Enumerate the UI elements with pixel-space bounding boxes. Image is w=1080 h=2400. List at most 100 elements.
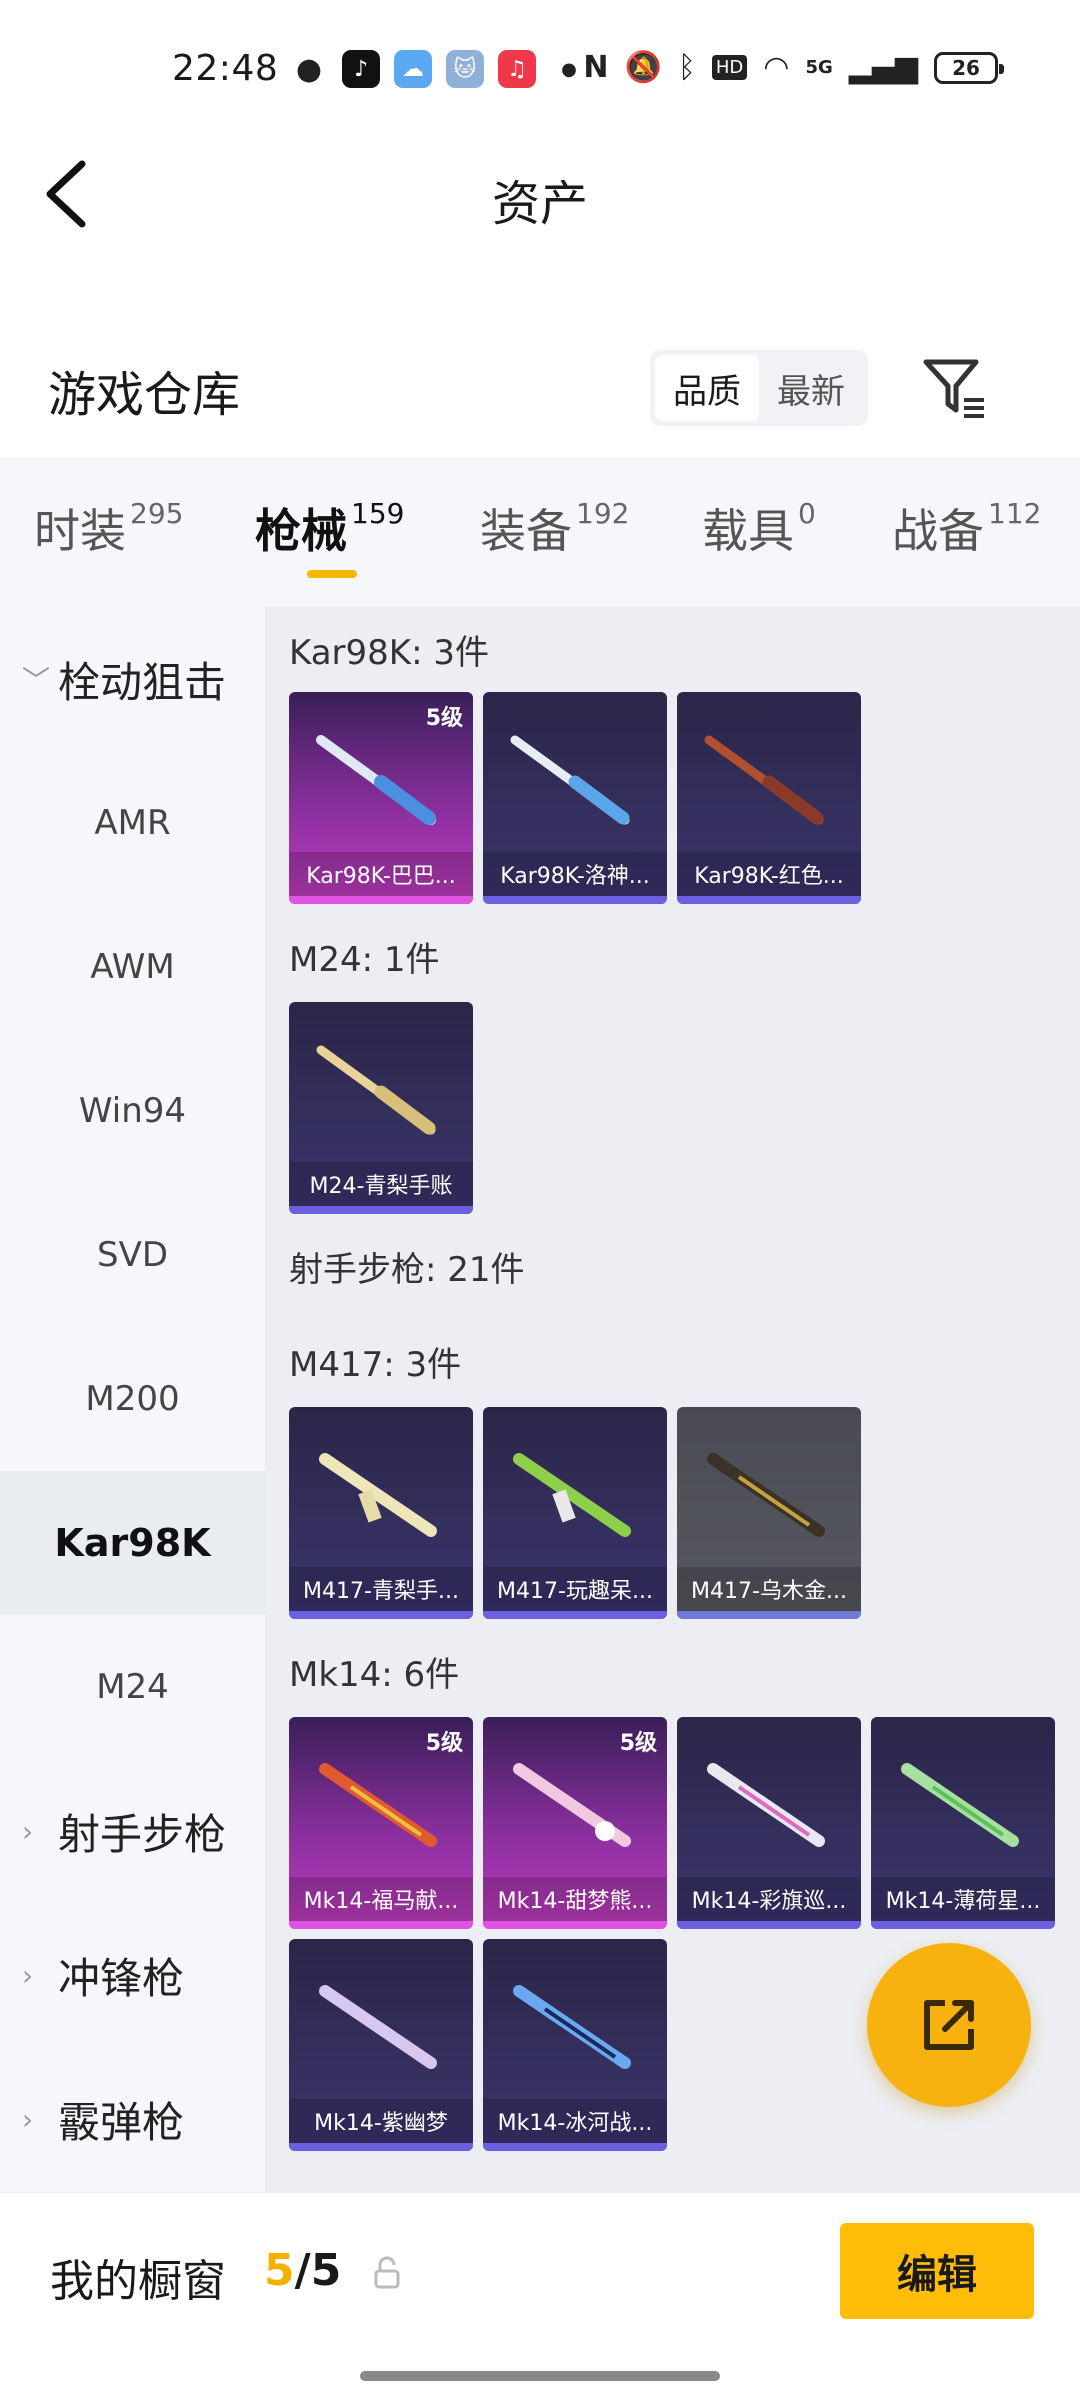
weapon-card[interactable]: M417-玩趣呆... xyxy=(483,1407,667,1619)
cat-app-icon: 🐱 xyxy=(446,50,484,88)
filter-icon xyxy=(923,359,984,418)
chevron-right-icon: › xyxy=(22,1814,34,1848)
tab-fashion[interactable]: 时装 295 xyxy=(34,495,183,561)
hd-icon: HD xyxy=(711,55,748,80)
wifi-icon: ◠ xyxy=(763,50,790,85)
weapon-name: Mk14-福马献... xyxy=(289,1877,473,1921)
status-bar: 22:48 ● ♪ ☁ 🐱 ♫ ● N 🔕 ᛒ HD ◠ 5G ▂▄▆ 26 xyxy=(0,0,1080,140)
weapon-name: M24-青梨手账 xyxy=(289,1162,473,1206)
chevron-down-icon: ﹀ xyxy=(22,664,51,697)
battery-icon: 26 xyxy=(934,51,1004,84)
section-title-marksman: 射手步枪: 21件 xyxy=(289,1250,525,1290)
system-icons: N 🔕 ᛒ HD ◠ 5G ▂▄▆ 26 xyxy=(583,50,1004,85)
assault-rifle-icon xyxy=(513,1985,631,2069)
nav-bar: 资产 xyxy=(0,140,1080,250)
weapon-card[interactable]: Mk14-冰河战... xyxy=(483,1939,667,2151)
weapon-name: M417-玩趣呆... xyxy=(483,1567,667,1611)
weapon-card[interactable]: 5级 Mk14-甜梦熊... xyxy=(483,1717,667,1929)
edit-button[interactable]: 编辑 xyxy=(840,2223,1034,2319)
showcase-count: 5/5 xyxy=(264,2245,342,2296)
chevron-right-icon: › xyxy=(22,1958,34,1992)
assault-rifle-icon xyxy=(319,1453,437,1537)
assault-rifle-icon xyxy=(319,1763,437,1847)
nfc-icon: N xyxy=(583,50,609,85)
rarity-bar xyxy=(483,2143,667,2151)
sidebar-item-m200[interactable]: M200 xyxy=(0,1327,265,1471)
sidebar-group-shotgun[interactable]: › 霰弹枪 xyxy=(0,2047,265,2191)
weapon-name: Mk14-紫幽梦 xyxy=(289,2099,473,2143)
sidebar-item-awm[interactable]: AWM xyxy=(0,895,265,1039)
assault-rifle-icon xyxy=(707,1453,825,1537)
assault-rifle-icon xyxy=(319,1985,437,2069)
assault-rifle-icon xyxy=(513,1763,631,1847)
section-title-m24: M24: 1件 xyxy=(289,940,440,980)
rarity-bar xyxy=(483,1921,667,1929)
sidebar-group-smg[interactable]: › 冲锋枪 xyxy=(0,1903,265,2047)
rifle-icon xyxy=(510,735,630,825)
rarity-bar xyxy=(289,1921,473,1929)
notification-icons: ● ♪ ☁ 🐱 ♫ ● xyxy=(290,50,588,88)
sidebar-item-kar98k[interactable]: Kar98K xyxy=(0,1471,265,1615)
sidebar-group-bolt-sniper[interactable]: ﹀ 栓动狙击 xyxy=(0,607,265,751)
rifle-icon xyxy=(316,735,436,825)
weapon-card[interactable]: Kar98K-洛神... xyxy=(483,692,667,904)
weapon-card[interactable]: Mk14-薄荷星... xyxy=(871,1717,1055,1929)
rarity-bar xyxy=(483,1611,667,1619)
more-dot-icon: ● xyxy=(561,58,577,80)
weapon-name: Mk14-薄荷星... xyxy=(871,1877,1055,1921)
weapon-card[interactable]: M24-青梨手账 xyxy=(289,1002,473,1214)
rarity-bar xyxy=(289,2143,473,2151)
lock-icon xyxy=(374,2256,400,2289)
section-title-m417: M417: 3件 xyxy=(289,1345,462,1385)
sidebar-item-svd[interactable]: SVD xyxy=(0,1183,265,1327)
filter-button[interactable] xyxy=(920,352,990,422)
weather-icon: ☁ xyxy=(394,50,432,88)
weapon-name: Mk14-彩旗巡... xyxy=(677,1877,861,1921)
assault-rifle-icon xyxy=(707,1763,825,1847)
rarity-bar xyxy=(289,1611,473,1619)
section-title-kar98k: Kar98K: 3件 xyxy=(289,633,489,673)
tab-equipment[interactable]: 装备 192 xyxy=(480,495,629,561)
home-indicator[interactable] xyxy=(360,2371,720,2381)
sort-toggle: 品质 最新 xyxy=(650,350,868,426)
weapon-name: Kar98K-红色... xyxy=(677,852,861,896)
sidebar-item-m24[interactable]: M24 xyxy=(0,1615,265,1759)
section-title-mk14: Mk14: 6件 xyxy=(289,1655,460,1695)
warehouse-title: 游戏仓库 xyxy=(48,367,241,423)
rarity-bar xyxy=(289,896,473,904)
weapon-card[interactable]: Mk14-彩旗巡... xyxy=(677,1717,861,1929)
rarity-bar xyxy=(289,1206,473,1214)
weapon-card[interactable]: Kar98K-红色... xyxy=(677,692,861,904)
weapon-name: M417-青梨手... xyxy=(289,1567,473,1611)
weapon-name: Kar98K-巴巴... xyxy=(289,852,473,896)
wechat-icon: ● xyxy=(295,51,323,87)
share-fab[interactable] xyxy=(867,1943,1031,2107)
rarity-bar xyxy=(677,896,861,904)
weapon-card[interactable]: M417-乌木金... xyxy=(677,1407,861,1619)
status-time: 22:48 xyxy=(172,48,279,89)
weapon-card[interactable]: 5级 Mk14-福马献... xyxy=(289,1717,473,1929)
rifle-icon xyxy=(316,1045,436,1135)
weapon-name: M417-乌木金... xyxy=(677,1567,861,1611)
chevron-right-icon: › xyxy=(22,2102,34,2136)
sort-quality-option[interactable]: 品质 xyxy=(655,355,759,421)
sidebar-group-marksman-rifle[interactable]: › 射手步枪 xyxy=(0,1759,265,1903)
tab-weapons[interactable]: 枪械 159 xyxy=(255,495,404,561)
weapon-card[interactable]: Mk14-紫幽梦 xyxy=(289,1939,473,2151)
assault-rifle-icon xyxy=(901,1763,1019,1847)
signal-icon: ▂▄▆ xyxy=(848,50,918,85)
weapon-card[interactable]: M417-青梨手... xyxy=(289,1407,473,1619)
music-icon: ♫ xyxy=(498,50,536,88)
active-tab-indicator xyxy=(307,570,357,578)
showcase-bar: 我的橱窗 5/5 编辑 xyxy=(0,2192,1080,2400)
tab-supplies[interactable]: 战备 112 xyxy=(892,495,1041,561)
sidebar-item-amr[interactable]: AMR xyxy=(0,751,265,895)
weapon-card[interactable]: 5级 Kar98K-巴巴... xyxy=(289,692,473,904)
network-label: 5G xyxy=(805,57,833,78)
tab-vehicles[interactable]: 载具 0 xyxy=(702,495,816,561)
sort-newest-option[interactable]: 最新 xyxy=(759,355,863,421)
sidebar-item-win94[interactable]: Win94 xyxy=(0,1039,265,1183)
weapon-name: Mk14-甜梦熊... xyxy=(483,1877,667,1921)
weapon-name: Mk14-冰河战... xyxy=(483,2099,667,2143)
assault-rifle-icon xyxy=(513,1453,631,1537)
